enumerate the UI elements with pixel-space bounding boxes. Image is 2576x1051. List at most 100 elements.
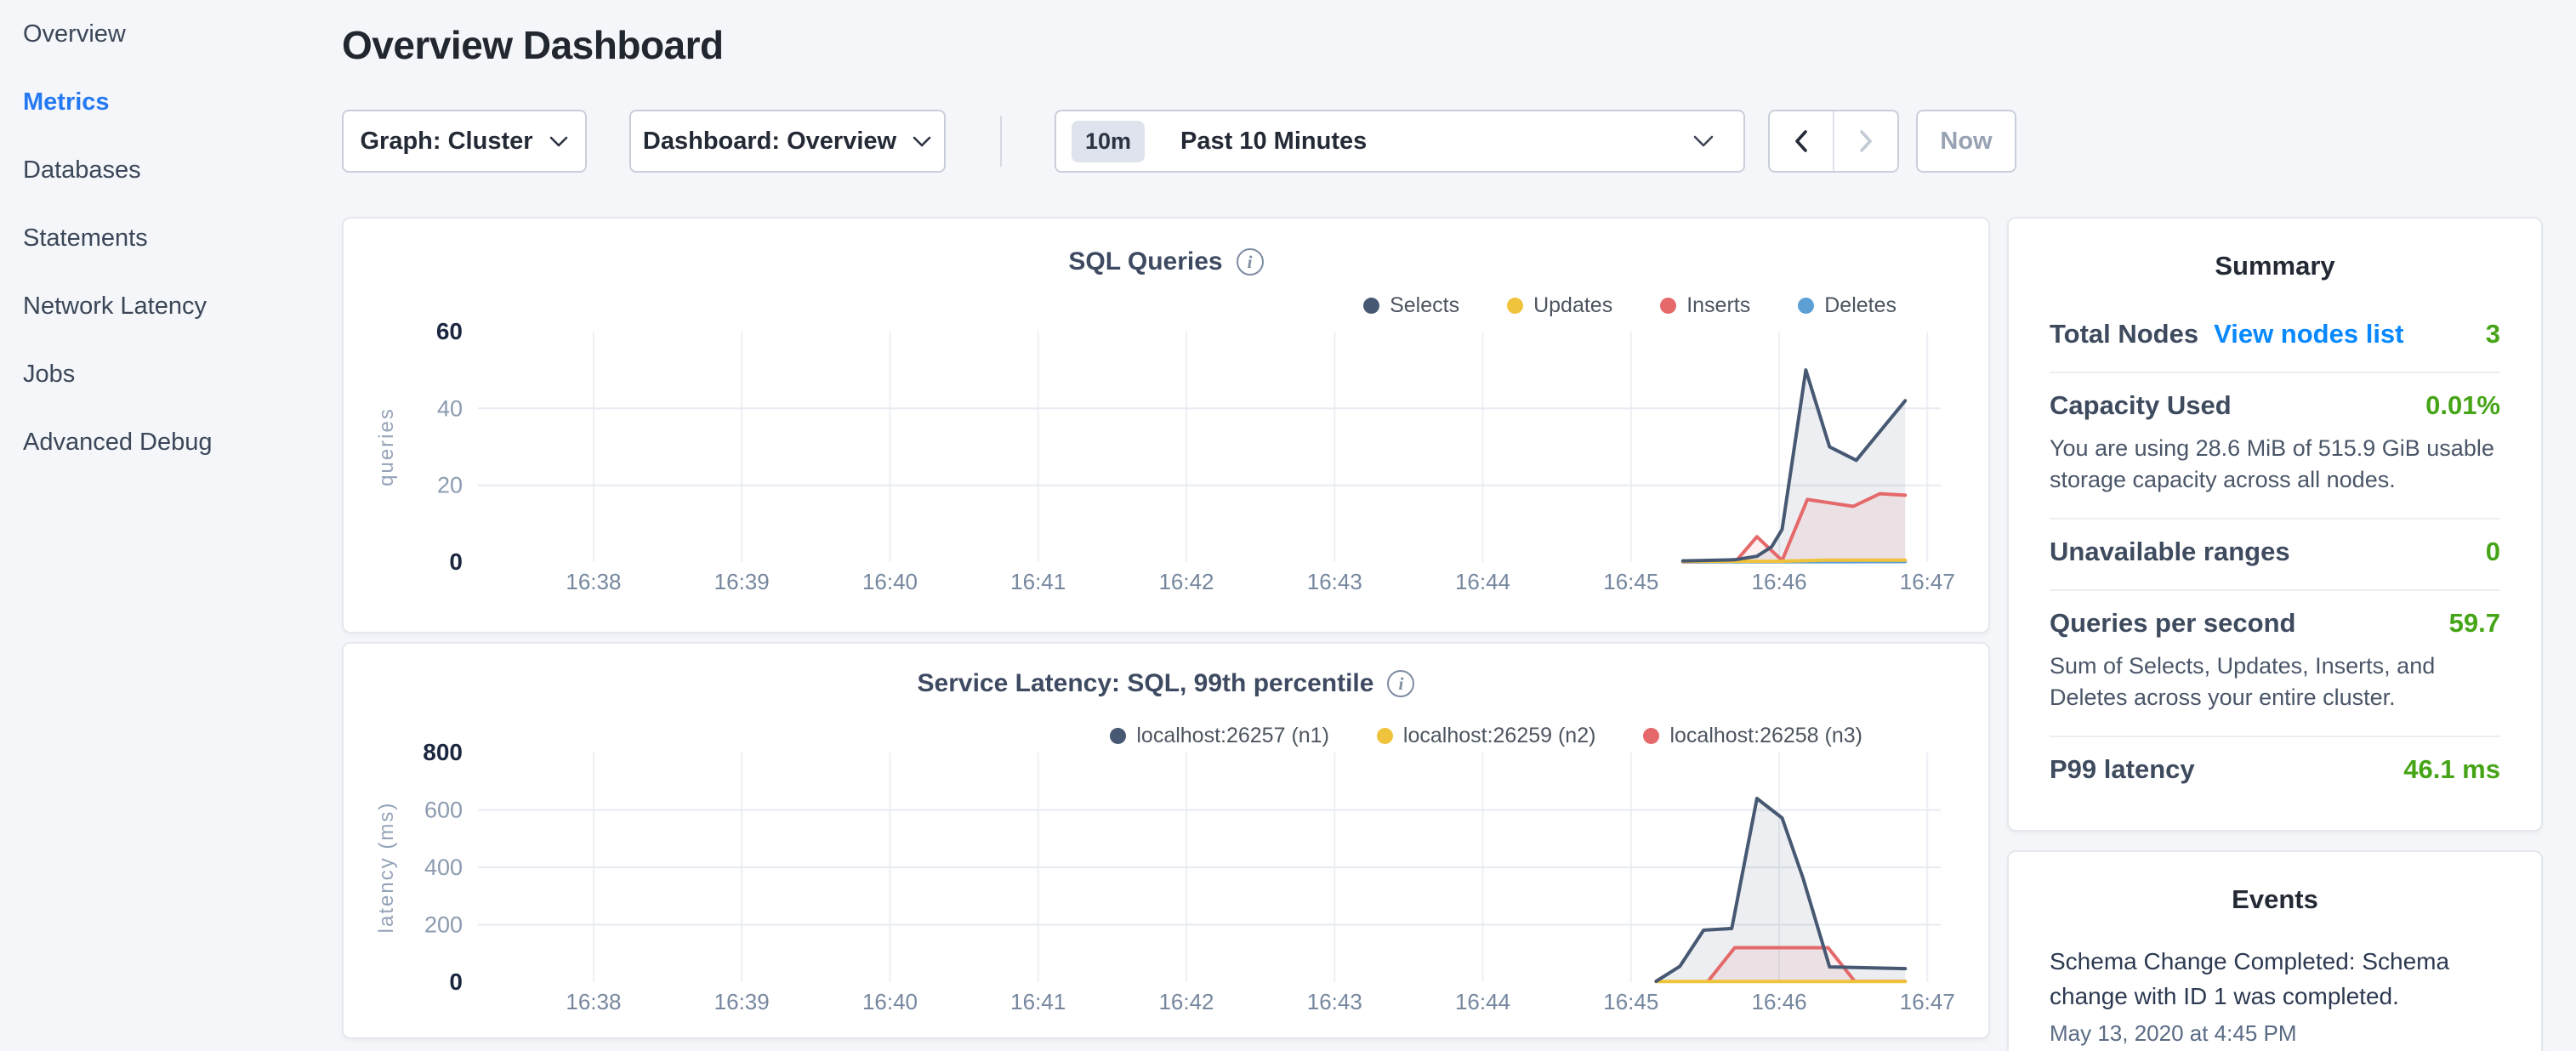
- event-timestamp: May 13, 2020 at 4:45 PM: [2050, 1020, 2500, 1047]
- metric-label: P99 latency: [2050, 754, 2195, 785]
- legend-dot-icon: [1660, 298, 1676, 314]
- legend-item[interactable]: localhost:26257 (n1): [1110, 724, 1329, 748]
- sidebar-item-overview[interactable]: Overview: [0, 0, 342, 68]
- time-range-badge: 10m: [1072, 121, 1145, 162]
- svg-text:20: 20: [437, 473, 463, 498]
- svg-text:0: 0: [449, 548, 463, 575]
- summary-row: Total NodesView nodes list3: [2050, 302, 2500, 372]
- events-title: Events: [2009, 852, 2541, 915]
- metric-value: 0: [2486, 537, 2500, 567]
- legend-item[interactable]: localhost:26259 (n2): [1377, 724, 1596, 748]
- legend-label: Inserts: [1686, 293, 1750, 318]
- svg-text:16:47: 16:47: [1900, 989, 1955, 1014]
- legend-label: localhost:26257 (n1): [1136, 724, 1329, 748]
- legend-item[interactable]: localhost:26258 (n3): [1643, 724, 1862, 748]
- chart-legend: localhost:26257 (n1) localhost:26259 (n2)…: [1110, 724, 1862, 748]
- svg-text:16:42: 16:42: [1158, 569, 1214, 594]
- sql-queries-panel: SQL Queries Selects Updates Inserts Deletes…: [342, 217, 1990, 633]
- svg-text:16:43: 16:43: [1307, 569, 1362, 594]
- svg-text:16:43: 16:43: [1307, 989, 1362, 1014]
- graph-dropdown[interactable]: Graph: Cluster: [342, 110, 587, 173]
- events-list: Schema Change Completed: Schema change w…: [2009, 944, 2541, 1047]
- toolbar-divider: [1000, 116, 1002, 167]
- sidebar-item-advanced-debug[interactable]: Advanced Debug: [0, 408, 342, 476]
- summary-row: P99 latency46.1 ms: [2050, 736, 2500, 807]
- chevron-left-icon: [1792, 128, 1811, 154]
- legend-dot-icon: [1798, 298, 1814, 314]
- svg-text:16:45: 16:45: [1603, 569, 1658, 594]
- legend-dot-icon: [1643, 728, 1659, 744]
- legend-item[interactable]: Inserts: [1660, 293, 1750, 318]
- legend-dot-icon: [1110, 728, 1126, 744]
- metric-value: 59.7: [2449, 608, 2500, 639]
- svg-text:16:41: 16:41: [1010, 569, 1066, 594]
- sidebar-item-statements[interactable]: Statements: [0, 204, 342, 272]
- metric-label: Unavailable ranges: [2050, 537, 2290, 567]
- sql-queries-chart: 16:38 16:39 16:40 16:41 16:42 16:43 16:44 16:45…: [344, 219, 1992, 635]
- svg-text:40: 40: [437, 395, 463, 421]
- svg-text:800: 800: [423, 739, 463, 765]
- sidebar-item-jobs[interactable]: Jobs: [0, 340, 342, 408]
- time-prev-button[interactable]: [1770, 111, 1833, 171]
- svg-text:16:45: 16:45: [1603, 989, 1658, 1014]
- metric-label: Queries per second: [2050, 608, 2295, 639]
- metric-label: Total Nodes: [2050, 319, 2198, 349]
- time-pager: [1768, 110, 1899, 173]
- metric-value: 0.01%: [2425, 390, 2500, 421]
- svg-text:16:42: 16:42: [1158, 989, 1214, 1014]
- event-item[interactable]: Schema Change Completed: Schema change w…: [2050, 944, 2500, 1047]
- events-panel: Events Schema Change Completed: Schema c…: [2007, 850, 2543, 1051]
- dashboard-dropdown[interactable]: Dashboard: Overview: [629, 110, 946, 173]
- legend-item[interactable]: Updates: [1507, 293, 1612, 318]
- svg-text:queries: queries: [375, 407, 398, 486]
- info-icon[interactable]: [1387, 670, 1414, 697]
- view-nodes-link[interactable]: View nodes list: [2214, 319, 2403, 349]
- svg-text:latency (ms): latency (ms): [375, 802, 398, 934]
- chart-legend: Selects Updates Inserts Deletes: [1363, 293, 1896, 318]
- svg-text:16:41: 16:41: [1010, 989, 1066, 1014]
- legend-dot-icon: [1363, 298, 1379, 314]
- summary-rows: Total NodesView nodes list3Capacity Used…: [2050, 302, 2500, 807]
- chart-title: SQL Queries: [1068, 247, 1222, 276]
- svg-text:16:38: 16:38: [566, 989, 621, 1014]
- summary-row: Unavailable ranges 0: [2050, 518, 2500, 589]
- event-text: Schema Change Completed: Schema change w…: [2050, 944, 2500, 1014]
- legend-label: localhost:26259 (n2): [1403, 724, 1596, 748]
- svg-text:16:47: 16:47: [1900, 569, 1955, 594]
- sidebar-item-metrics[interactable]: Metrics: [0, 68, 342, 136]
- dashboard-dropdown-label: Dashboard: Overview: [643, 128, 896, 156]
- svg-text:16:44: 16:44: [1455, 989, 1510, 1014]
- metric-subtext: You are using 28.6 MiB of 515.9 GiB usab…: [2050, 433, 2500, 496]
- time-range-label: Past 10 Minutes: [1180, 128, 1367, 156]
- summary-panel: Summary Total NodesView nodes list3Capac…: [2007, 217, 2543, 832]
- summary-row: Queries per second59.7Sum of Selects, Up…: [2050, 589, 2500, 736]
- legend-item[interactable]: Deletes: [1798, 293, 1896, 318]
- svg-text:16:44: 16:44: [1455, 569, 1510, 594]
- sidebar-item-databases[interactable]: Databases: [0, 136, 342, 204]
- chart-title: Service Latency: SQL, 99th percentile: [918, 669, 1374, 698]
- svg-text:16:40: 16:40: [862, 569, 918, 594]
- sidebar: OverviewMetricsDatabasesStatementsNetwor…: [0, 0, 342, 476]
- info-icon[interactable]: [1237, 248, 1264, 276]
- service-latency-panel: Service Latency: SQL, 99th percentile lo…: [342, 642, 1990, 1039]
- svg-text:600: 600: [424, 798, 463, 823]
- chevron-down-icon: [549, 135, 569, 148]
- legend-label: localhost:26258 (n3): [1669, 724, 1862, 748]
- page: OverviewMetricsDatabasesStatementsNetwor…: [0, 0, 2576, 1051]
- now-button[interactable]: Now: [1916, 110, 2016, 173]
- svg-text:0: 0: [449, 969, 463, 995]
- page-title: Overview Dashboard: [342, 22, 724, 69]
- sidebar-item-network-latency[interactable]: Network Latency: [0, 272, 342, 340]
- legend-label: Selects: [1390, 293, 1459, 318]
- svg-text:16:39: 16:39: [714, 569, 770, 594]
- svg-text:16:38: 16:38: [566, 569, 621, 594]
- svg-text:16:46: 16:46: [1752, 569, 1807, 594]
- svg-text:16:40: 16:40: [862, 989, 918, 1014]
- svg-text:60: 60: [436, 318, 463, 344]
- legend-dot-icon: [1377, 728, 1393, 744]
- svg-text:400: 400: [424, 855, 463, 880]
- time-next-button[interactable]: [1833, 111, 1897, 171]
- legend-item[interactable]: Selects: [1363, 293, 1459, 318]
- chevron-right-icon: [1857, 128, 1875, 154]
- time-range-dropdown[interactable]: 10m Past 10 Minutes: [1055, 110, 1745, 173]
